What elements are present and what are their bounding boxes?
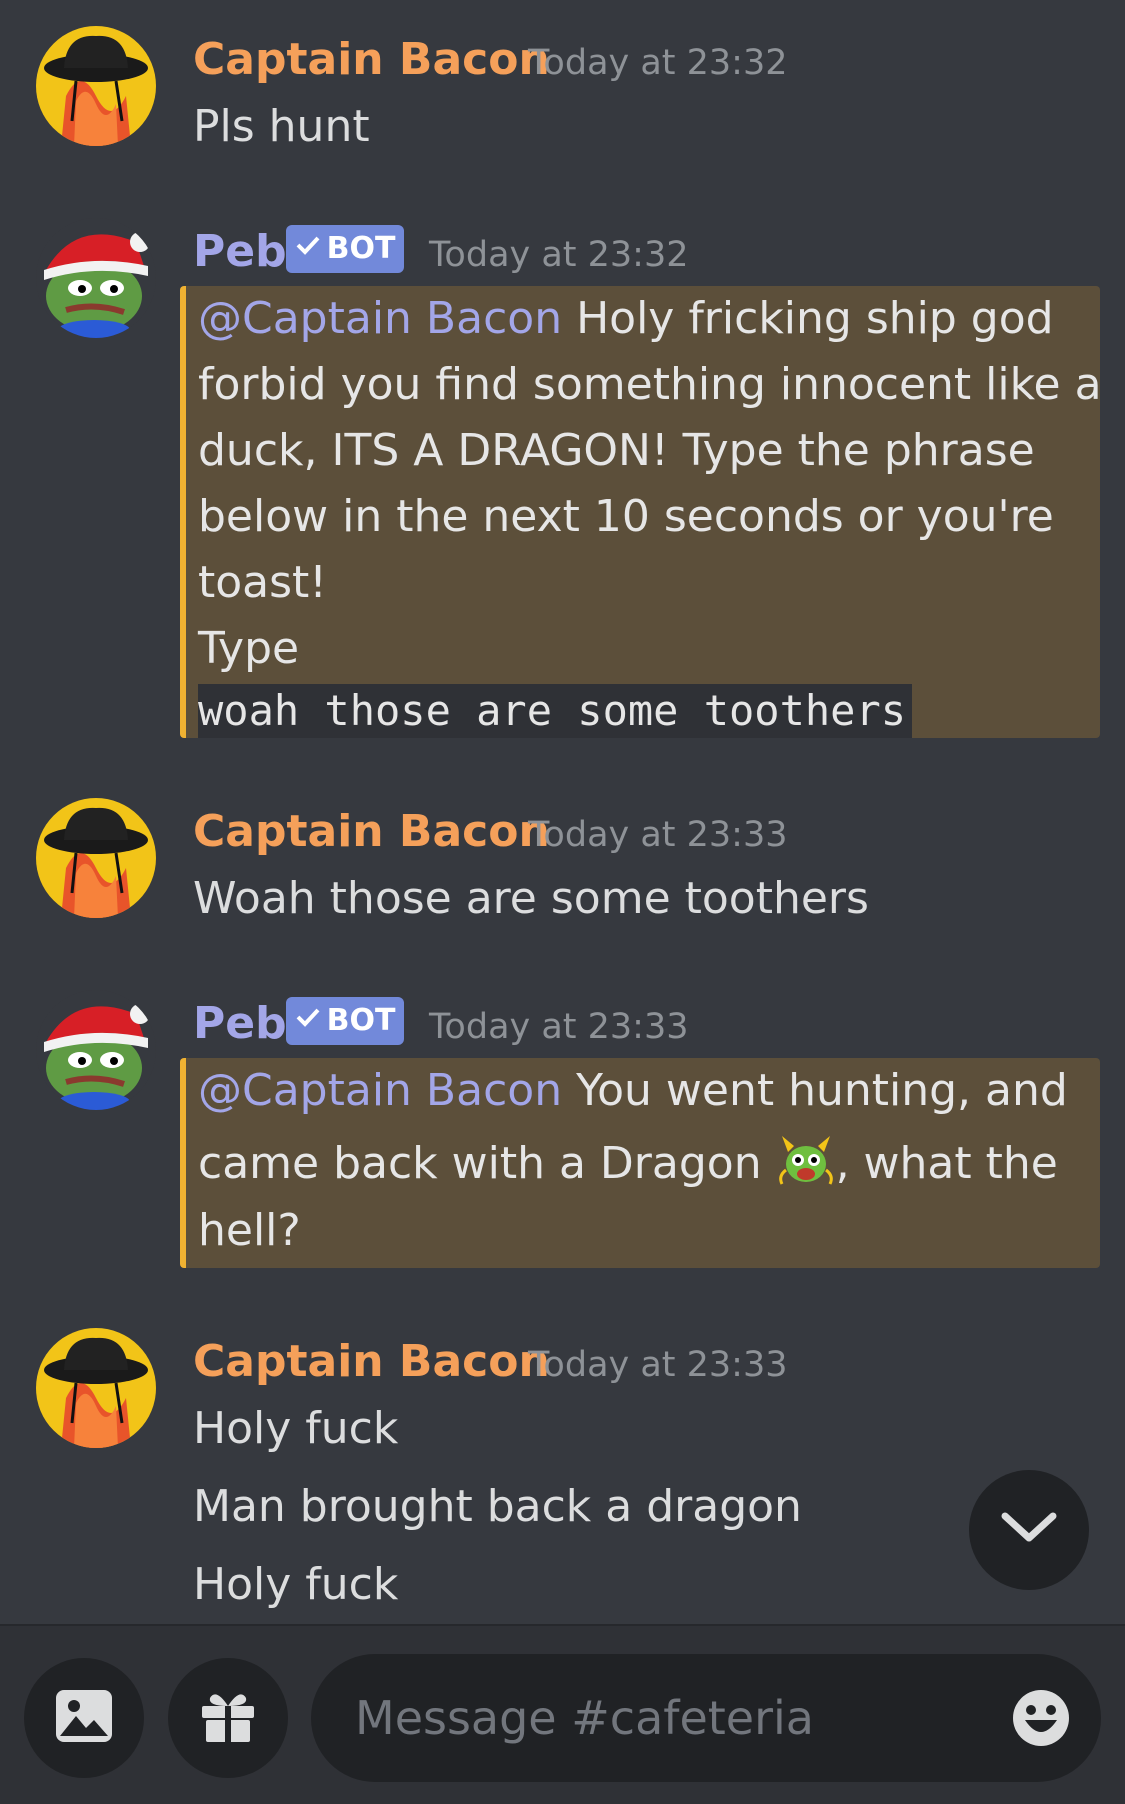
avatar-peb[interactable] <box>36 218 156 338</box>
timestamp: Today at 23:32 <box>528 43 788 83</box>
author-name[interactable]: Captain Bacon <box>193 1334 550 1390</box>
message-input-placeholder: Message #cafeteria <box>355 1691 814 1745</box>
bot-badge: BOT <box>286 225 404 273</box>
author-name[interactable]: Captain Bacon <box>193 32 550 88</box>
message-text-line: @Captain Bacon Holy fricking ship god <box>198 293 1054 344</box>
avatar-captain-bacon[interactable] <box>36 26 156 146</box>
user-mention[interactable]: @Captain Bacon <box>198 1065 562 1116</box>
avatar-captain-bacon[interactable] <box>36 1328 156 1448</box>
inline-code: woah those are some toothers <box>198 684 913 738</box>
author-name[interactable]: Peb <box>193 224 287 280</box>
message-text-line: Type <box>198 623 300 674</box>
message-text-line: hell? <box>198 1205 301 1256</box>
gift-icon <box>198 1686 258 1750</box>
avatar-captain-bacon[interactable] <box>36 798 156 918</box>
message-list[interactable]: Captain Bacon Today at 23:32 Pls hunt Pe… <box>0 0 1125 1624</box>
message-text: Man brought back a dragon <box>193 1481 802 1532</box>
jump-to-latest-button[interactable] <box>969 1470 1089 1590</box>
checkmark-icon <box>295 997 321 1045</box>
upload-image-button[interactable] <box>24 1658 144 1778</box>
author-name[interactable]: Captain Bacon <box>193 804 550 860</box>
gift-button[interactable] <box>168 1658 288 1778</box>
checkmark-icon <box>295 225 321 273</box>
timestamp: Today at 23:32 <box>429 235 689 275</box>
message-text: Woah those are some toothers <box>193 873 869 924</box>
message-text-line: duck, ITS A DRAGON! Type the phrase <box>198 425 1035 476</box>
avatar-peb[interactable] <box>36 990 156 1110</box>
dragon-face-emoji[interactable] <box>776 1130 836 1190</box>
message-text-line: @Captain Bacon You went hunting, and <box>198 1065 1068 1116</box>
message-composer: Message #cafeteria <box>0 1624 1125 1804</box>
message-text-line: forbid you find something innocent like … <box>198 359 1102 410</box>
message-text: Holy fuck <box>193 1403 399 1454</box>
mention-highlight: @Captain Bacon Holy fricking ship god fo… <box>180 286 1102 738</box>
timestamp: Today at 23:33 <box>528 815 788 855</box>
timestamp: Today at 23:33 <box>528 1345 788 1385</box>
emoji-icon[interactable] <box>1011 1688 1071 1748</box>
mention-highlight: @Captain Bacon You went hunting, and cam… <box>180 1058 1100 1268</box>
timestamp: Today at 23:33 <box>429 1007 689 1047</box>
author-name[interactable]: Peb <box>193 996 287 1052</box>
message-text-line: toast! <box>198 557 327 608</box>
message-input[interactable]: Message #cafeteria <box>311 1654 1101 1782</box>
message-text: Pls hunt <box>193 101 370 152</box>
message-text-line: came back with a Dragon , what the <box>198 1130 1058 1197</box>
user-mention[interactable]: @Captain Bacon <box>198 293 562 344</box>
image-icon <box>54 1686 114 1750</box>
chevron-down-icon <box>999 1508 1059 1552</box>
bot-badge: BOT <box>286 997 404 1045</box>
message-text: Holy fuck <box>193 1559 399 1610</box>
message-text-line: below in the next 10 seconds or you're <box>198 491 1054 542</box>
